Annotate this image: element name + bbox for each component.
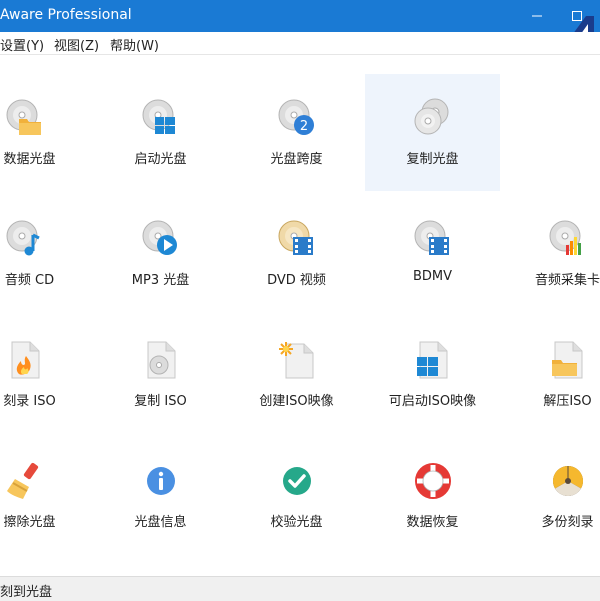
tool-label: 可启动ISO映像 [388, 394, 477, 409]
verify-disc-icon [283, 467, 311, 495]
tool-label: DVD 视频 [267, 273, 326, 288]
disc-span-icon: 2 [278, 99, 314, 135]
create-iso-icon [279, 342, 314, 379]
tool-label: BDMV [412, 269, 453, 284]
tool-label: 创建ISO映像 [259, 394, 334, 409]
audio-cd-icon [6, 220, 40, 256]
tool-label: 数据恢复 [406, 515, 459, 530]
tool-label: 复制 ISO [134, 394, 187, 409]
minimize-icon [532, 15, 542, 17]
dvd-video-icon [278, 220, 313, 255]
tool-label: 擦除光盘 [3, 515, 56, 530]
tool-boot-disc[interactable]: 启动光盘 [93, 74, 228, 191]
svg-text:2: 2 [300, 119, 308, 134]
tool-label: 校验光盘 [270, 515, 323, 530]
menu-view[interactable]: 视图(Z) [54, 35, 99, 54]
data-disc-icon [6, 99, 41, 135]
erase-disc-icon [7, 462, 39, 499]
tool-label: 复制光盘 [406, 152, 459, 167]
boot-disc-icon [142, 99, 175, 134]
copy-iso-icon [147, 341, 176, 379]
tool-multi-burn[interactable]: 多份刻录 [500, 437, 600, 554]
tool-dvd-video[interactable]: DVD 视频 [229, 195, 364, 312]
multi-burn-icon [552, 466, 584, 497]
bootable-iso-icon [417, 341, 448, 379]
tool-copy-iso[interactable]: 复制 ISO [93, 316, 228, 433]
tool-data-disc[interactable]: 数据光盘 [0, 74, 97, 191]
menubar-divider [0, 54, 600, 55]
tool-verify-disc[interactable]: 校验光盘 [229, 437, 364, 554]
tool-label: 光盘跨度 [270, 152, 323, 167]
tool-audio-grabber[interactable]: 音频采集卡 [500, 195, 600, 312]
tool-burn-iso[interactable]: 刻录 ISO [0, 316, 97, 433]
status-bar: 刻到光盘 [0, 576, 600, 601]
data-recovery-icon [415, 463, 451, 499]
menu-help[interactable]: 帮助(W) [110, 35, 159, 54]
title-bar[interactable]: Aware Professional [0, 0, 600, 32]
tool-disc-info[interactable]: 光盘信息 [93, 437, 228, 554]
window-title: Aware Professional [0, 7, 132, 23]
burn-iso-icon [11, 341, 40, 379]
tool-erase-disc[interactable]: 擦除光盘 [0, 437, 97, 554]
tool-create-iso[interactable]: 创建ISO映像 [229, 316, 364, 433]
tool-bdmv[interactable]: BDMV [365, 195, 500, 312]
tool-label: 多份刻录 [541, 515, 594, 530]
tool-label: MP3 光盘 [131, 273, 190, 288]
tool-extract-iso[interactable]: 解压ISO [500, 316, 600, 433]
tool-audio-cd[interactable]: 音频 CD [0, 195, 97, 312]
audio-grabber-icon [549, 220, 581, 255]
tool-label: 光盘信息 [134, 515, 187, 530]
tool-label: 启动光盘 [134, 152, 187, 167]
mp3-disc-icon [142, 220, 177, 255]
tool-data-recovery[interactable]: 数据恢复 [365, 437, 500, 554]
menu-bar: 设置(Y) 视图(Z) 帮助(W) [0, 32, 600, 54]
tool-label: 数据光盘 [3, 152, 56, 167]
status-text: 刻到光盘 [0, 585, 53, 600]
menu-settings[interactable]: 设置(Y) [0, 35, 44, 54]
disc-info-icon [147, 467, 175, 495]
tool-label: 音频 CD [4, 273, 55, 288]
tool-label: 音频采集卡 [534, 273, 600, 288]
tool-copy-disc[interactable]: 复制光盘 [365, 74, 500, 191]
tool-disc-span[interactable]: 2 光盘跨度 [229, 74, 364, 191]
tool-mp3-disc[interactable]: MP3 光盘 [93, 195, 228, 312]
extract-iso-icon [552, 341, 583, 379]
minimize-button[interactable] [520, 0, 554, 32]
tool-label: 刻录 ISO [3, 394, 56, 409]
copy-disc-icon [414, 98, 449, 135]
tool-bootable-iso[interactable]: 可启动ISO映像 [365, 316, 500, 433]
tool-label: 解压ISO [543, 394, 592, 409]
bdmv-icon [414, 220, 449, 255]
